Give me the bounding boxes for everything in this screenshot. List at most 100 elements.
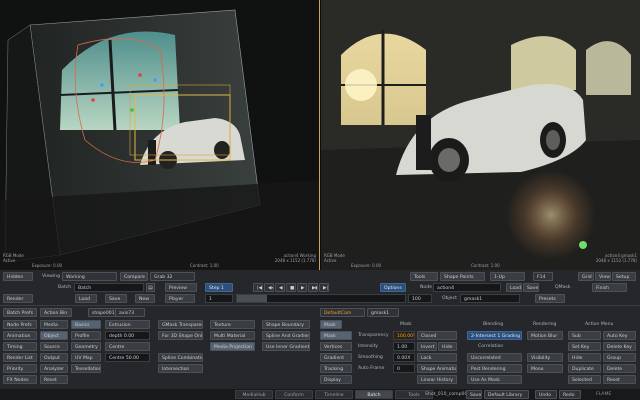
closed-button[interactable]: Closed bbox=[417, 331, 457, 340]
setup-button[interactable]: Setup bbox=[612, 272, 636, 281]
lock-button[interactable]: Lock bbox=[417, 353, 457, 362]
redo-button[interactable]: Redo bbox=[559, 390, 581, 399]
use-as-mask-button[interactable]: Use As Mask bbox=[467, 375, 522, 384]
mask-side-0[interactable]: Mask bbox=[320, 331, 352, 340]
action-menu-3-0[interactable]: Duplicate bbox=[568, 364, 601, 373]
grid-button[interactable]: Grid bbox=[578, 272, 594, 281]
save-batch-button[interactable]: Save bbox=[105, 294, 127, 303]
grid-2-6[interactable]: Use Inner Gradients bbox=[262, 342, 310, 351]
transport-stop[interactable]: ■ bbox=[286, 283, 296, 292]
grid-3-2[interactable]: UV Map bbox=[71, 353, 101, 362]
grid-1-0[interactable]: Animation bbox=[3, 331, 37, 340]
node-tab-axis[interactable]: axis73 bbox=[115, 308, 145, 317]
mask-side-2[interactable]: Gradient bbox=[320, 353, 352, 362]
grid-1-3[interactable]: depth 0.00 bbox=[105, 331, 150, 340]
viewport-result[interactable]: RGB Mode Active Exposure: 0.00 Contrast:… bbox=[321, 0, 640, 270]
autoframe-field[interactable]: 0 bbox=[393, 364, 415, 373]
tab-timeline[interactable]: Timeline bbox=[315, 390, 353, 399]
library-select[interactable]: Default Library bbox=[484, 390, 529, 399]
node-tab-gmask[interactable]: gmask1 bbox=[367, 308, 399, 317]
player-select[interactable]: Player bbox=[165, 294, 195, 303]
grid-4-1[interactable]: Analyzer bbox=[40, 364, 68, 373]
view-button[interactable]: View bbox=[595, 272, 611, 281]
grid-4-4[interactable]: Intersection bbox=[158, 364, 203, 373]
motion-blur-button[interactable]: Motion Blur bbox=[527, 331, 563, 340]
shape-points-select[interactable]: Shape Points bbox=[440, 272, 485, 281]
tab-conform[interactable]: Conform bbox=[275, 390, 313, 399]
mask-side-3[interactable]: Tracking bbox=[320, 364, 352, 373]
transport-play[interactable]: ▶ bbox=[297, 283, 307, 292]
transport-rewind[interactable]: |◀ bbox=[253, 283, 263, 292]
batch-prefs-button[interactable]: Batch Prefs bbox=[3, 308, 37, 317]
grid-2-5[interactable]: Media Projection bbox=[210, 342, 255, 351]
grid-0-1[interactable]: Media bbox=[40, 320, 68, 329]
grid-4-0[interactable]: Priority bbox=[3, 364, 37, 373]
grid-0-3[interactable]: Extrusion bbox=[105, 320, 150, 329]
grid-2-0[interactable]: Timing bbox=[3, 342, 37, 351]
grid-3-4[interactable]: Spline Combination bbox=[158, 353, 203, 362]
transport-end[interactable]: ▶| bbox=[319, 283, 329, 292]
shape-animation-button[interactable]: Shape Animation bbox=[417, 364, 457, 373]
step-button[interactable]: Step 1 bbox=[205, 283, 233, 292]
grid-1-1[interactable]: Object bbox=[40, 331, 68, 340]
view-mode-select[interactable]: 1-Up bbox=[490, 272, 525, 281]
grid-4-2[interactable]: Tessellation bbox=[71, 364, 101, 373]
transport-play-back[interactable]: ◀ bbox=[275, 283, 285, 292]
transport-next[interactable]: ▶▶ bbox=[308, 283, 318, 292]
grid-1-5[interactable]: Multi Material bbox=[210, 331, 255, 340]
intensity-field[interactable]: 1.00 bbox=[393, 342, 415, 351]
load-setup-button[interactable]: Load bbox=[506, 283, 522, 292]
mono-button[interactable]: Mono bbox=[527, 364, 563, 373]
current-frame-field[interactable]: 1 bbox=[205, 294, 233, 303]
action-menu-0-0[interactable]: Sub bbox=[568, 331, 601, 340]
action-menu-1-0[interactable]: Set Key bbox=[568, 342, 601, 351]
action-menu-0-1[interactable]: Auto Key bbox=[603, 331, 636, 340]
action-menu-1-1[interactable]: Delete Key bbox=[603, 342, 636, 351]
viewport-working[interactable]: RGB Mode Active Exposure: 0.00 Contrast:… bbox=[0, 0, 320, 270]
zoom-select[interactable]: F14 bbox=[533, 272, 553, 281]
grid-0-6[interactable]: Shape Boundary bbox=[262, 320, 310, 329]
invert-button[interactable]: Invert bbox=[417, 342, 437, 351]
action-bin-button[interactable]: Action Bin bbox=[40, 308, 72, 317]
node-name-field[interactable]: action4 bbox=[433, 283, 501, 292]
action-menu-4-0[interactable]: Selected bbox=[568, 375, 601, 384]
mask-side-1[interactable]: Vertices bbox=[320, 342, 352, 351]
grid-5-1[interactable]: Reset bbox=[40, 375, 68, 384]
options-button[interactable]: Options bbox=[380, 283, 406, 292]
grid-3-1[interactable]: Output bbox=[40, 353, 68, 362]
hidden-button[interactable]: Hidden bbox=[3, 272, 33, 281]
hide-button[interactable]: Hide bbox=[438, 342, 457, 351]
preview-button[interactable]: Preview bbox=[165, 283, 197, 292]
presets-button[interactable]: Presets bbox=[535, 294, 565, 303]
grid-2-3[interactable]: Centre bbox=[105, 342, 150, 351]
action-menu-4-1[interactable]: Reset bbox=[603, 375, 636, 384]
node-tab-defaultcam[interactable]: DefaultCam bbox=[320, 308, 365, 317]
grid-2-1[interactable]: Source bbox=[40, 342, 68, 351]
smoothing-field[interactable]: 0.00X bbox=[393, 353, 415, 362]
uncorrelated-select[interactable]: Uncorrelated bbox=[467, 353, 522, 362]
grid-3-3[interactable]: Centre 50.00 bbox=[105, 353, 150, 362]
grid-3-0[interactable]: Render List bbox=[3, 353, 37, 362]
transparency-field[interactable]: 100.00% bbox=[393, 331, 415, 340]
tools-button[interactable]: Tools bbox=[410, 272, 438, 281]
save-disk-icon[interactable]: ▤ bbox=[146, 283, 155, 292]
grab-button[interactable]: Grab 32 bbox=[150, 272, 195, 281]
linear-history-button[interactable]: Linear History bbox=[417, 375, 457, 384]
undo-button[interactable]: Undo bbox=[535, 390, 557, 399]
grid-1-6[interactable]: Spline And Gradient bbox=[262, 331, 310, 340]
post-rendering-button[interactable]: Post Rendering bbox=[467, 364, 522, 373]
action-menu-3-1[interactable]: Delete bbox=[603, 364, 636, 373]
visibility-button[interactable]: Visibility bbox=[527, 353, 563, 362]
tab-mediahub[interactable]: MediaHub bbox=[235, 390, 273, 399]
timeline-slider[interactable] bbox=[236, 294, 406, 303]
viewing-select[interactable]: Working bbox=[62, 272, 117, 281]
grid-1-4[interactable]: For 3D Shape Only bbox=[158, 331, 203, 340]
grid-1-2[interactable]: Profile bbox=[71, 331, 101, 340]
grid-0-4[interactable]: GMask Transparency bbox=[158, 320, 203, 329]
grid-0-0[interactable]: Node Prefs bbox=[3, 320, 37, 329]
save-setup-button[interactable]: Save bbox=[523, 283, 539, 292]
compare-button[interactable]: Compare bbox=[120, 272, 148, 281]
grid-0-5[interactable]: Texture bbox=[210, 320, 255, 329]
new-batch-button[interactable]: New bbox=[135, 294, 155, 303]
grid-2-2[interactable]: Geometry bbox=[71, 342, 101, 351]
